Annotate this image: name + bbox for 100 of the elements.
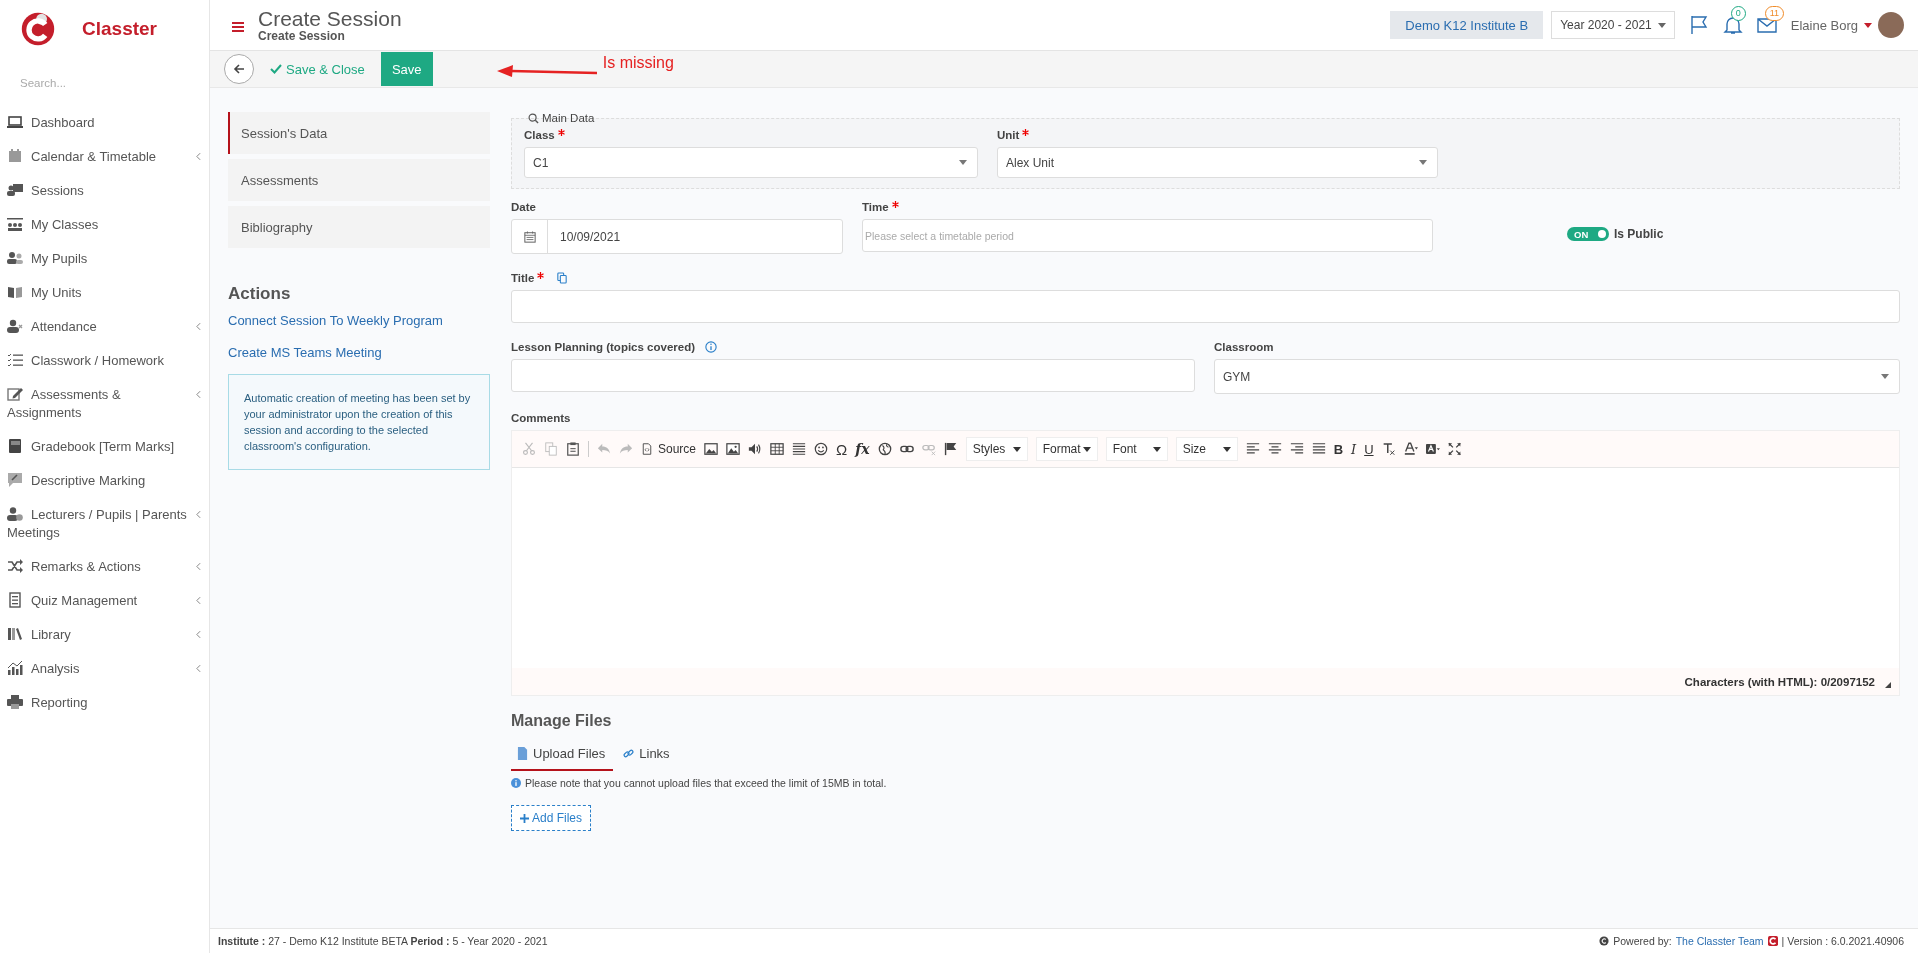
sidebar-item[interactable]: Calendar & Timetable [0, 140, 209, 174]
calendar-icon [7, 148, 23, 164]
sidebar-item[interactable]: Attendance [0, 310, 209, 344]
laptop-icon [7, 114, 23, 130]
time-field[interactable]: Please select a timetable period [862, 219, 1433, 252]
align-left-icon[interactable] [1245, 442, 1260, 456]
speaker-icon[interactable] [748, 442, 763, 456]
align-center-icon[interactable] [1267, 442, 1282, 456]
field-label: Time [862, 201, 889, 213]
date-field[interactable]: 10/09/2021 [511, 219, 843, 254]
action-link[interactable]: Connect Session To Weekly Program [228, 313, 490, 328]
text-color-icon[interactable] [1403, 442, 1418, 456]
caret-icon [1222, 446, 1231, 452]
sidebar-item[interactable]: Reporting [0, 686, 209, 720]
legend-text: Main Data [542, 112, 595, 124]
add-files-button[interactable]: Add Files [511, 805, 592, 831]
year-dropdown[interactable]: Year 2020 - 2021 [1551, 11, 1675, 39]
notebook-icon [7, 438, 23, 454]
format-button[interactable]: B [1333, 441, 1343, 457]
smiley-icon[interactable] [814, 442, 829, 456]
files-tab[interactable]: Upload Files [511, 740, 614, 771]
formula-button[interactable]: fx [855, 441, 870, 457]
form-tab[interactable]: Assessments [228, 159, 490, 201]
back-button[interactable] [224, 54, 254, 84]
logo-icon [1767, 936, 1778, 946]
caret-icon [1082, 446, 1091, 452]
flag-icon[interactable] [943, 442, 958, 456]
sidebar-item[interactable]: Descriptive Marking [0, 464, 209, 498]
books-icon [7, 626, 23, 642]
institute-button[interactable]: Demo K12 Institute B [1390, 11, 1544, 39]
special-character-button[interactable]: Ω [836, 440, 848, 458]
clear-format-icon[interactable] [1381, 442, 1396, 456]
sidebar-item[interactable]: My Pupils [0, 242, 209, 276]
search-field[interactable]: Search... [18, 76, 192, 90]
image-icon[interactable] [704, 442, 719, 456]
files-tab[interactable]: Links [617, 740, 678, 771]
chevron-icon [196, 664, 201, 673]
caret-icon [1864, 22, 1872, 28]
info-note: Automatic creation of meeting has been set by your administrator upon the creation of this session and according to the selected classroom's configuration. [228, 374, 490, 470]
actions-heading: Actions [228, 284, 292, 304]
image-icon[interactable] [726, 442, 741, 456]
sidebar-item[interactable]: Quiz Management [0, 584, 209, 618]
link-icon [623, 747, 635, 760]
menu-icon[interactable] [232, 22, 244, 32]
mail-icon[interactable] [1756, 15, 1777, 35]
background-color-icon[interactable] [1425, 442, 1440, 456]
horizontal-lines-icon[interactable] [792, 442, 807, 456]
sidebar-item[interactable]: My Classes [0, 208, 209, 242]
sidebar-item[interactable]: My Units [0, 276, 209, 310]
bell-icon[interactable] [1722, 15, 1743, 35]
info-icon[interactable] [705, 341, 718, 353]
editor-dropdown[interactable]: Format [1035, 437, 1098, 461]
format-button[interactable]: I [1351, 441, 1357, 457]
users-icon [7, 250, 23, 266]
character-count: Characters (with HTML): 0/2097152 [1684, 675, 1875, 688]
sidebar-item[interactable]: Classwork / Homework [0, 344, 209, 378]
format-button[interactable]: U [1364, 441, 1374, 457]
maximize-icon[interactable] [1447, 442, 1462, 456]
notification-count: 0 [1730, 6, 1746, 21]
clipboard-icon[interactable] [566, 442, 580, 456]
editor-dropdown[interactable]: Size [1175, 437, 1238, 461]
sidebar-item[interactable]: Assessments & Assignments [0, 378, 209, 430]
title-field[interactable] [511, 290, 1900, 323]
lesson-planning-field[interactable] [511, 359, 1195, 392]
sidebar-item[interactable]: Analysis [0, 652, 209, 686]
avatar[interactable] [1878, 12, 1904, 38]
upload-note: Please note that you cannot upload files that exceed the limit of 15MB in total. [525, 777, 887, 789]
align-justify-icon[interactable] [1311, 442, 1326, 456]
sidebar-item[interactable]: Dashboard [0, 106, 209, 140]
page-title: Create Session [258, 6, 402, 30]
chevron-icon [196, 152, 201, 161]
flag-icon[interactable] [1688, 15, 1709, 35]
user-name[interactable]: Elaine Borg [1790, 17, 1858, 33]
classroom-select[interactable]: GYM [1214, 359, 1900, 394]
select-field[interactable]: Alex Unit [997, 147, 1438, 178]
chevron-icon [196, 322, 201, 331]
form-tab[interactable]: Session's Data [228, 112, 490, 154]
team-link[interactable]: The Classter Team [1675, 935, 1764, 947]
sidebar-item[interactable]: Sessions [0, 174, 209, 208]
resize-handle-icon[interactable] [1885, 681, 1891, 688]
chevron-icon [196, 630, 201, 639]
book-icon [7, 284, 23, 300]
message-count: 11 [1764, 6, 1785, 21]
sidebar-item[interactable]: Lecturers / Pupils | Parents Meetings [0, 498, 209, 550]
footer-info: Institute : 27 - Demo K12 Institute BETA Period : 5 - Year 2020 - 2021 [218, 935, 548, 947]
sidebar-item[interactable]: Gradebook [Term Marks] [0, 430, 209, 464]
logo-icon [20, 11, 56, 47]
globe-icon[interactable] [877, 442, 892, 456]
field-label: Classroom [1214, 341, 1274, 353]
sidebar-item[interactable]: Remarks & Actions [0, 550, 209, 584]
form-tab[interactable]: Bibliography [228, 206, 490, 248]
sidebar-item[interactable]: Library [0, 618, 209, 652]
editor-dropdown[interactable]: Font [1105, 437, 1168, 461]
action-link[interactable]: Create MS Teams Meeting [228, 345, 490, 360]
align-right-icon[interactable] [1289, 442, 1304, 456]
table-icon[interactable] [770, 442, 785, 456]
select-field[interactable]: C1 [524, 147, 978, 178]
editor-dropdown[interactable]: Styles [965, 437, 1028, 461]
copy-icon[interactable] [557, 272, 568, 284]
source-button[interactable]: Source [641, 442, 697, 456]
